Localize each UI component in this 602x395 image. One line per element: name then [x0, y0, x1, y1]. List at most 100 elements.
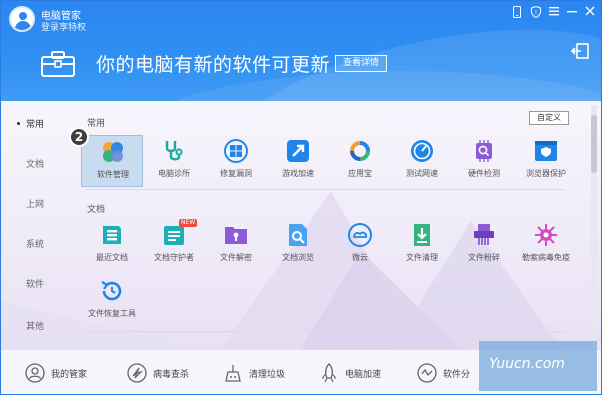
sidebar-item-software[interactable]: 软件: [7, 277, 63, 290]
ransomware-immune-icon: [534, 223, 558, 247]
tool-label: 文件粉碎: [468, 253, 500, 262]
nav-label: 电脑加速: [345, 369, 382, 380]
watermark-text: Yuucn.com: [489, 356, 565, 372]
update-headline: 你的电脑有新的软件可更新: [96, 54, 331, 76]
svg-text:!: !: [535, 10, 537, 17]
tool-speed-test[interactable]: 测试网速: [391, 135, 453, 187]
section-divider: [85, 331, 565, 332]
sidebar-item-label: 上网: [25, 200, 44, 210]
tool-file-clean[interactable]: 文件清理: [391, 219, 453, 271]
minimize-icon[interactable]: [567, 6, 577, 18]
tool-label: 测试网速: [406, 169, 438, 178]
tool-doc-guardian[interactable]: NEW 文档守护者: [143, 219, 205, 271]
tool-software-manager[interactable]: 软件管理: [81, 135, 143, 187]
tool-fix-vulnerabilities[interactable]: 修复漏洞: [205, 135, 267, 187]
tool-ransomware-immune[interactable]: 勒索病毒免疫: [515, 219, 577, 271]
login-link[interactable]: 登录享特权: [41, 20, 86, 33]
avatar[interactable]: [9, 6, 35, 32]
tool-label: 软件管理: [97, 170, 129, 179]
sidebar-item-label: 文档: [25, 160, 44, 170]
file-recovery-icon: [100, 279, 124, 303]
tool-label: 文件清理: [406, 253, 438, 262]
tool-label: 最近文档: [96, 253, 128, 262]
tool-label: 文档浏览: [282, 253, 314, 262]
nav-pc-boost[interactable]: 电脑加速: [319, 362, 381, 384]
phone-icon[interactable]: [513, 6, 523, 18]
close-icon[interactable]: [585, 6, 595, 18]
tool-hardware-check[interactable]: 硬件检测: [453, 135, 515, 187]
sidebar-item-other[interactable]: 其他: [7, 319, 63, 332]
tool-label: 硬件检测: [468, 169, 500, 178]
file-shred-icon: [472, 223, 496, 247]
section-title-documents: 文档: [87, 205, 106, 215]
sidebar-item-system[interactable]: 系统: [7, 237, 63, 250]
software-manager-icon: [101, 140, 125, 164]
customize-button[interactable]: 自定义: [529, 111, 569, 125]
my-manager-icon: [25, 363, 45, 383]
tool-doc-browse[interactable]: 文档浏览: [267, 219, 329, 271]
nav-label: 我的管家: [51, 369, 88, 380]
sidebar-item-label: 常用: [25, 120, 44, 130]
tool-file-decrypt[interactable]: 文件解密: [205, 219, 267, 271]
app-store-icon: [348, 139, 372, 163]
window-controls: !: [513, 6, 595, 18]
nav-label: 清理垃圾: [249, 369, 286, 380]
stethoscope-icon: [162, 139, 186, 163]
tool-label: 修复漏洞: [220, 169, 252, 178]
browser-protect-icon: [534, 139, 558, 163]
sidebar-item-label: 系统: [25, 240, 44, 250]
tool-weiyun[interactable]: 微云: [329, 219, 391, 271]
doc-browse-icon: [286, 223, 310, 247]
section-divider: [85, 189, 565, 190]
nav-clean-junk[interactable]: 清理垃圾: [223, 362, 285, 384]
section-title-common: 常用: [87, 119, 106, 129]
tools-panel: 常用 自定义 软件管理 电脑诊所 修复漏洞 游戏加速 应用宝 测试网速 硬件检测…: [63, 105, 593, 345]
nav-my-manager[interactable]: 我的管家: [25, 362, 87, 384]
tool-file-recovery[interactable]: 文件恢复工具: [81, 275, 143, 327]
exit-icon[interactable]: [570, 43, 589, 59]
recent-docs-icon: [100, 223, 124, 247]
virus-scan-icon: [127, 363, 147, 383]
tool-file-shred[interactable]: 文件粉碎: [453, 219, 515, 271]
toolbox-icon: [41, 51, 75, 77]
tool-label: 应用宝: [348, 169, 372, 178]
nav-label: 病毒查杀: [153, 369, 190, 380]
tool-label: 微云: [352, 253, 368, 262]
tool-app-store[interactable]: 应用宝: [329, 135, 391, 187]
scrollbar-thumb[interactable]: [591, 115, 597, 173]
hardware-check-icon: [472, 139, 496, 163]
tool-game-boost[interactable]: 游戏加速: [267, 135, 329, 187]
header-banner: 电脑管家 登录享特权 ! 你的电脑有新的软件可更新 查看详情: [1, 1, 601, 101]
rocket-icon: [322, 363, 336, 383]
sidebar: 常用 文档 上网 系统 软件 其他: [7, 105, 63, 345]
shield-icon[interactable]: !: [531, 6, 541, 18]
sidebar-item-label: 软件: [25, 280, 44, 290]
nav-software[interactable]: 软件分: [417, 362, 470, 384]
file-clean-icon: [410, 223, 434, 247]
tool-label: 浏览器保护: [526, 169, 566, 178]
tool-label: 文档守护者: [154, 253, 194, 262]
weiyun-icon: [348, 223, 372, 247]
sidebar-item-label: 其他: [25, 322, 44, 332]
nav-label: 软件分: [443, 369, 471, 380]
sidebar-item-internet[interactable]: 上网: [7, 197, 63, 210]
new-badge: NEW: [179, 219, 198, 227]
tool-label: 电脑诊所: [158, 169, 190, 178]
sidebar-item-documents[interactable]: 文档: [7, 157, 63, 170]
scrollbar[interactable]: [591, 105, 597, 345]
step-badge: 2: [69, 127, 89, 147]
tool-label: 勒索病毒免疫: [522, 253, 570, 262]
view-details-button[interactable]: 查看详情: [335, 55, 388, 72]
game-boost-icon: [286, 139, 310, 163]
sidebar-item-common[interactable]: 常用: [7, 117, 63, 130]
software-icon: [417, 363, 437, 383]
tool-recent-docs[interactable]: 最近文档: [81, 219, 143, 271]
tool-label: 文件解密: [220, 253, 252, 262]
window: 电脑管家 登录享特权 ! 你的电脑有新的软件可更新 查看详情 常用 文档 上网 …: [0, 0, 602, 395]
menu-icon[interactable]: [549, 6, 559, 18]
tool-browser-protect[interactable]: 浏览器保护: [515, 135, 577, 187]
tool-label: 游戏加速: [282, 169, 314, 178]
tool-pc-clinic[interactable]: 电脑诊所: [143, 135, 205, 187]
clean-junk-icon: [225, 365, 241, 382]
nav-virus-scan[interactable]: 病毒查杀: [127, 362, 189, 384]
